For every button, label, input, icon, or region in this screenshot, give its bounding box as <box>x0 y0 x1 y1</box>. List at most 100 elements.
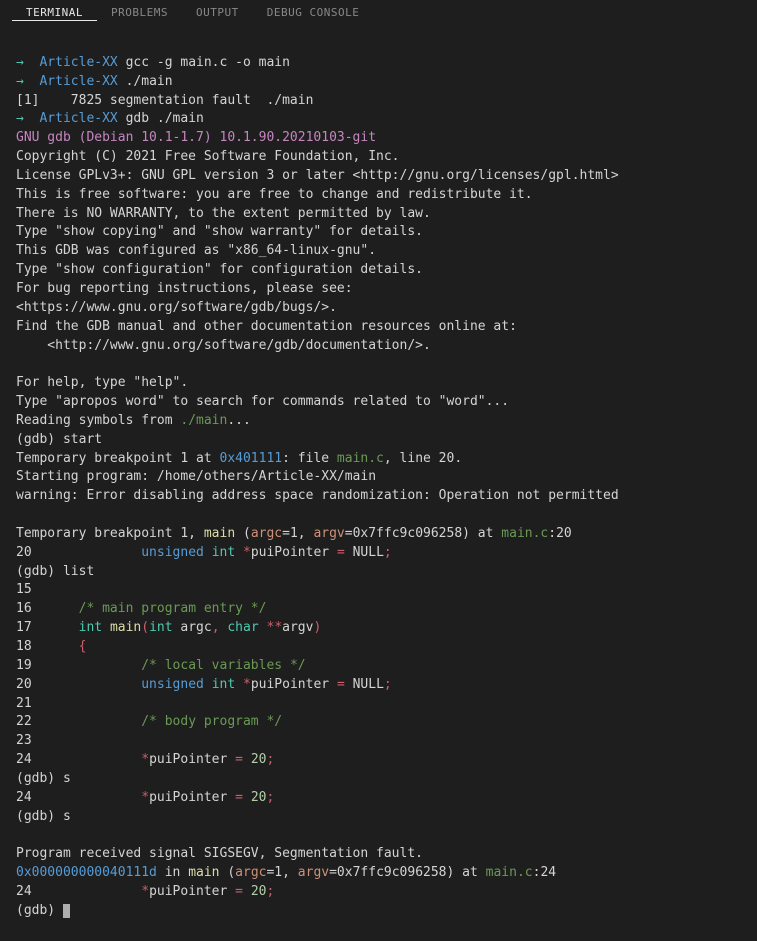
prompt-arrow: → <box>16 111 24 126</box>
fault-addr: 0x000000000040111d <box>16 865 157 880</box>
line-num: 18 <box>16 639 32 654</box>
panel-tabs: TERMINAL PROBLEMS OUTPUT DEBUG CONSOLE <box>0 0 757 27</box>
line-num: 20 <box>16 677 32 692</box>
star: * <box>141 752 149 767</box>
func-main: main <box>188 865 219 880</box>
comma: , <box>212 620 220 635</box>
gdb-prompt: (gdb) <box>16 432 63 447</box>
bp-mid: : file <box>282 451 337 466</box>
gdb-banner: <https://www.gnu.org/software/gdb/bugs/>… <box>16 300 337 315</box>
gdb-banner: Type "apropos word" to search for comman… <box>16 394 509 409</box>
eq: = <box>337 677 345 692</box>
paren: ) <box>313 620 321 635</box>
gdb-banner: This GDB was configured as "x86_64-linux… <box>16 243 376 258</box>
eq: = <box>235 752 243 767</box>
var: puiPointer <box>251 545 329 560</box>
prompt-path: Article-XX <box>39 55 117 70</box>
in: in <box>157 865 188 880</box>
gdb-prompt: (gdb) <box>16 771 63 786</box>
argc: argc <box>180 620 211 635</box>
gdb-banner: For bug reporting instructions, please s… <box>16 281 353 296</box>
gdb-prompt: (gdb) <box>16 809 63 824</box>
starting: Starting program: /home/others/Article-X… <box>16 469 376 484</box>
gdb-banner: GNU gdb (Debian 10.1-1.7) 10.1.90.202101… <box>16 130 376 145</box>
null: NULL <box>353 545 384 560</box>
cmd-step: s <box>63 771 71 786</box>
paren: ( <box>220 865 236 880</box>
num: 20 <box>251 884 267 899</box>
line-num: 23 <box>16 733 32 748</box>
argv-val: =0x7ffc9c096258) at <box>329 865 486 880</box>
paren: ( <box>235 526 251 541</box>
cmd-start: start <box>63 432 102 447</box>
eq: =1, <box>266 865 297 880</box>
num: 20 <box>251 752 267 767</box>
func-main: main <box>204 526 235 541</box>
semi: ; <box>266 752 274 767</box>
cmd-compile: gcc -g main.c -o main <box>126 55 290 70</box>
line-num: 17 <box>16 620 32 635</box>
tab-problems[interactable]: PROBLEMS <box>97 5 182 21</box>
tab-terminal[interactable]: TERMINAL <box>12 5 97 22</box>
gdb-banner: License GPLv3+: GNU GPL version 3 or lat… <box>16 168 619 183</box>
line: :20 <box>548 526 571 541</box>
var: puiPointer <box>149 752 227 767</box>
line-num: 20 <box>16 545 32 560</box>
num: 20 <box>251 790 267 805</box>
line-num: 24 <box>16 790 32 805</box>
mainc: main.c <box>501 526 548 541</box>
semi: ; <box>384 677 392 692</box>
tab-debug-console[interactable]: DEBUG CONSOLE <box>253 5 374 21</box>
func-main: main <box>110 620 141 635</box>
gdb-banner: There is NO WARRANTY, to the extent perm… <box>16 206 431 221</box>
semi: ; <box>384 545 392 560</box>
comment: /* body program */ <box>141 714 282 729</box>
warning: warning: Error disabling address space r… <box>16 488 619 503</box>
mainc: main.c <box>486 865 533 880</box>
gdb-main-path: ./main <box>180 413 227 428</box>
eq: = <box>235 790 243 805</box>
prompt-arrow: → <box>16 74 24 89</box>
bp-hit: Temporary breakpoint 1, <box>16 526 204 541</box>
cmd-gdb: gdb ./main <box>126 111 204 126</box>
brace: { <box>79 639 87 654</box>
star: * <box>243 545 251 560</box>
bp-file: main.c <box>337 451 384 466</box>
gdb-prompt: (gdb) <box>16 903 63 918</box>
terminal-output[interactable]: → Article-XX gcc -g main.c -o main → Art… <box>0 27 757 941</box>
sigsegv: Program received signal SIGSEGV, Segment… <box>16 846 423 861</box>
eq: = <box>235 884 243 899</box>
argv: argv <box>298 865 329 880</box>
segfault-line: [1] 7825 segmentation fault ./main <box>16 93 313 108</box>
bp-addr: 0x401111 <box>220 451 283 466</box>
argv: argv <box>313 526 344 541</box>
kw-int: int <box>79 620 102 635</box>
kw-unsigned: unsigned <box>141 545 204 560</box>
argc: argc <box>235 865 266 880</box>
paren: ( <box>141 620 149 635</box>
gdb-prompt: (gdb) <box>16 564 63 579</box>
comment: /* main program entry */ <box>79 601 267 616</box>
null: NULL <box>353 677 384 692</box>
kw-int: int <box>149 620 172 635</box>
var: puiPointer <box>149 790 227 805</box>
prompt-path: Article-XX <box>39 111 117 126</box>
gdb-banner: For help, type "help". <box>16 375 188 390</box>
line-num: 24 <box>16 884 32 899</box>
semi: ; <box>266 884 274 899</box>
gdb-banner: <http://www.gnu.org/software/gdb/documen… <box>16 338 431 353</box>
tab-output[interactable]: OUTPUT <box>182 5 253 21</box>
dstar: ** <box>267 620 283 635</box>
line-num: 15 <box>16 582 32 597</box>
line-num: 19 <box>16 658 32 673</box>
line-num: 16 <box>16 601 32 616</box>
gdb-reading: Reading symbols from <box>16 413 180 428</box>
kw-char: char <box>227 620 258 635</box>
gdb-banner: Type "show copying" and "show warranty" … <box>16 224 423 239</box>
gdb-dots: ... <box>227 413 250 428</box>
line: :24 <box>533 865 556 880</box>
var: puiPointer <box>149 884 227 899</box>
gdb-banner: Copyright (C) 2021 Free Software Foundat… <box>16 149 400 164</box>
gdb-banner: Type "show configuration" for configurat… <box>16 262 423 277</box>
prompt-arrow: → <box>16 55 24 70</box>
